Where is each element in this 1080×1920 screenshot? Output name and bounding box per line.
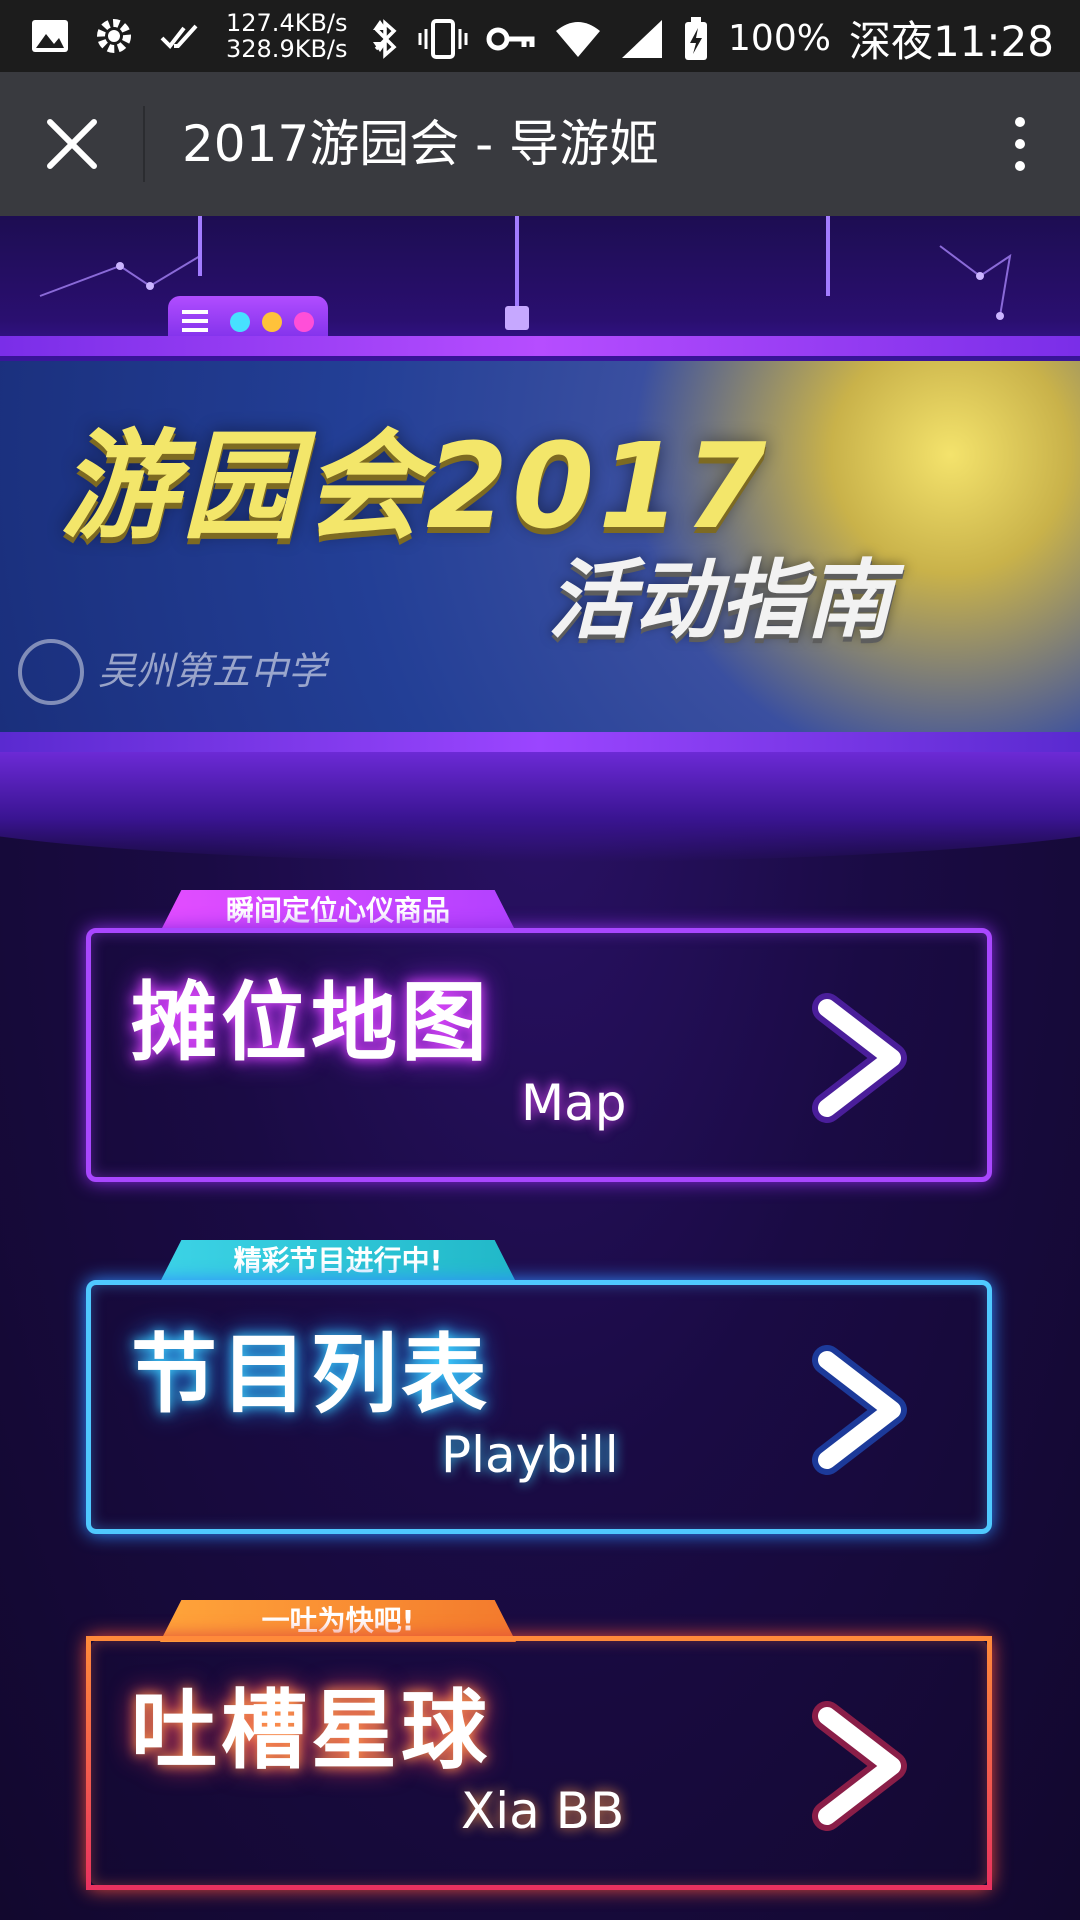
vibrate-icon	[418, 18, 468, 59]
close-icon	[47, 119, 97, 169]
chevron-right-icon	[797, 1701, 917, 1831]
playbill-tag: 精彩节目进行中!	[160, 1240, 516, 1282]
close-button[interactable]	[34, 106, 110, 182]
cyan-dot-icon	[230, 312, 250, 332]
battery-charging-icon	[685, 16, 708, 60]
status-bar: 127.4KB/s 328.9KB/s 100% 深夜11:28	[0, 0, 1080, 72]
chevron-right-icon	[797, 1345, 917, 1475]
net-speed-up: 127.4KB/s	[226, 9, 348, 37]
banner-bottom-strip	[0, 732, 1080, 752]
menu-card-playbill[interactable]: 节目列表 Playbill	[86, 1280, 992, 1534]
menu-lines-icon	[182, 310, 208, 332]
cell-signal-icon	[622, 19, 663, 58]
vpn-key-icon	[486, 27, 535, 50]
banner-title: 游园会2017	[60, 417, 771, 555]
pink-dot-icon	[294, 312, 314, 332]
page-title: 2017游园会 - 导游姬	[182, 115, 660, 173]
menu-card-xia-bb[interactable]: 吐槽星球 Xia BB	[86, 1636, 992, 1890]
wifi-icon	[556, 21, 601, 57]
card-title-cn: 摊位地图	[131, 973, 491, 1073]
chevron-right-icon	[797, 993, 917, 1123]
status-right-icons: 100% 深夜11:28	[370, 8, 1054, 69]
battery-percent: 100%	[728, 18, 831, 59]
glow-arc-decoration	[0, 752, 1080, 862]
more-button[interactable]	[990, 104, 1050, 184]
menu-card-map[interactable]: 摊位地图 Map	[86, 928, 992, 1182]
clock: 深夜11:28	[848, 17, 1054, 66]
gallery-icon	[32, 20, 68, 52]
yellow-dot-icon	[262, 312, 282, 332]
card-title-en: Map	[521, 1074, 627, 1132]
top-decoration	[0, 216, 1080, 366]
school-name: 吴州第五中学	[98, 649, 327, 693]
card-title-en: Playbill	[441, 1426, 619, 1484]
top-strip	[0, 336, 1080, 356]
event-banner: 游园会2017 活动指南 吴州第五中学	[0, 361, 1080, 736]
card-title-en: Xia BB	[461, 1782, 625, 1840]
status-left-icons: 127.4KB/s 328.9KB/s	[30, 10, 390, 62]
app-root: 127.4KB/s 328.9KB/s 100% 深夜11:28 2017游园会…	[0, 0, 1080, 1920]
map-tag: 瞬间定位心仪商品	[160, 890, 516, 932]
card-title-cn: 吐槽星球	[131, 1681, 491, 1781]
school-logo	[18, 639, 84, 705]
net-speed-readout: 127.4KB/s 328.9KB/s	[226, 10, 348, 62]
title-divider	[143, 106, 145, 182]
banner-subtitle: 活动指南	[548, 551, 892, 651]
settings-gear-icon	[97, 19, 131, 53]
title-bar: 2017游园会 - 导游姬	[0, 72, 1080, 216]
bluetooth-icon	[374, 18, 397, 59]
more-vertical-icon	[1015, 117, 1025, 127]
card-title-cn: 节目列表	[131, 1325, 491, 1425]
double-check-icon	[160, 24, 198, 50]
net-speed-down: 328.9KB/s	[226, 35, 348, 63]
